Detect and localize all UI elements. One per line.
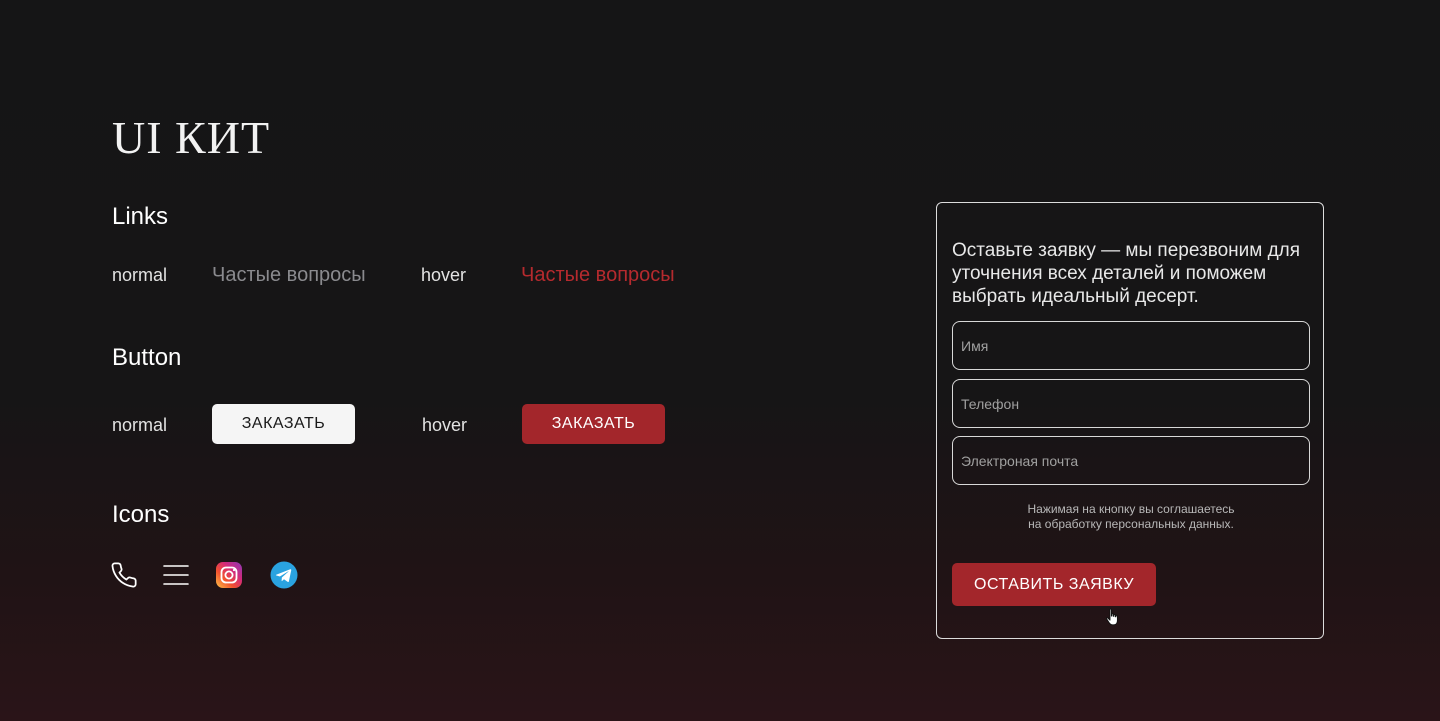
button-normal-label: normal	[112, 415, 168, 435]
order-button-normal[interactable]: ЗАКАЗАТЬ	[212, 404, 355, 444]
links-section-title: Links	[112, 203, 169, 230]
button-section-title: Button	[112, 344, 182, 371]
links-hover-label: hover	[421, 265, 467, 285]
faq-link-hover[interactable]: Частые вопросы	[521, 265, 675, 285]
submit-request-button[interactable]: ОСТАВИТЬ ЗАЯВКУ	[952, 563, 1156, 606]
request-form-card: Оставьте заявку — мы перезвоним для уточ…	[936, 202, 1324, 639]
consent-text: Нажимая на кнопку вы соглашаетесь на обр…	[952, 502, 1310, 532]
form-heading: Оставьте заявку — мы перезвоним для уточ…	[952, 240, 1301, 307]
telegram-icon[interactable]	[270, 561, 298, 589]
consent-line-2: на обработку персональных данных.	[1028, 517, 1234, 531]
instagram-icon[interactable]	[215, 561, 243, 589]
phone-icon[interactable]	[110, 561, 138, 589]
consent-line-1: Нажимая на кнопку вы соглашаетесь	[1027, 502, 1235, 516]
icons-section-title: Icons	[112, 501, 170, 528]
hand-cursor-icon	[1106, 608, 1118, 626]
button-hover-label: hover	[422, 415, 468, 435]
page-title: UI КИТ	[112, 111, 271, 163]
links-normal-label: normal	[112, 265, 168, 285]
faq-link-normal[interactable]: Частые вопросы	[212, 265, 366, 285]
menu-icon[interactable]	[162, 561, 190, 589]
name-input[interactable]	[952, 321, 1310, 370]
email-input[interactable]	[952, 436, 1310, 485]
phone-input[interactable]	[952, 379, 1310, 428]
order-button-hover[interactable]: ЗАКАЗАТЬ	[522, 404, 665, 444]
